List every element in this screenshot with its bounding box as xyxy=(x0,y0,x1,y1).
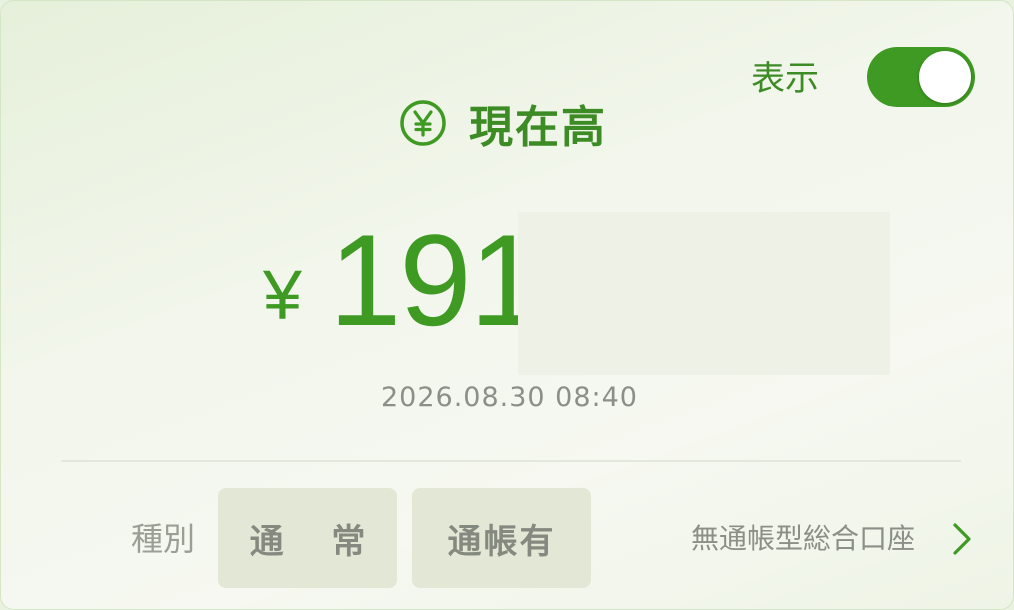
toggle-knob xyxy=(919,51,971,103)
divider xyxy=(61,460,961,462)
chevron-right-icon[interactable] xyxy=(949,519,975,559)
display-toggle[interactable] xyxy=(867,47,975,107)
tag-regular: 通 常 xyxy=(218,488,397,588)
currency-symbol: ¥ xyxy=(263,256,302,334)
balance-card: 表示 現在高 ¥ 191 2026.08.30 08:40 種別 通 常 通帳有… xyxy=(0,0,1014,610)
balance-timestamp: 2026.08.30 08:40 xyxy=(381,382,638,413)
account-type-link[interactable]: 無通帳型総合口座 xyxy=(691,519,915,559)
display-label: 表示 xyxy=(751,59,819,99)
account-type-label: 種別 xyxy=(131,520,196,558)
masked-digits xyxy=(518,212,890,375)
yen-circle-icon xyxy=(400,100,446,146)
page-title: 現在高 xyxy=(469,102,607,153)
tag-passbook: 通帳有 xyxy=(412,488,591,588)
balance-amount: 191 xyxy=(329,207,542,353)
balance-title: 現在高 xyxy=(399,95,607,153)
